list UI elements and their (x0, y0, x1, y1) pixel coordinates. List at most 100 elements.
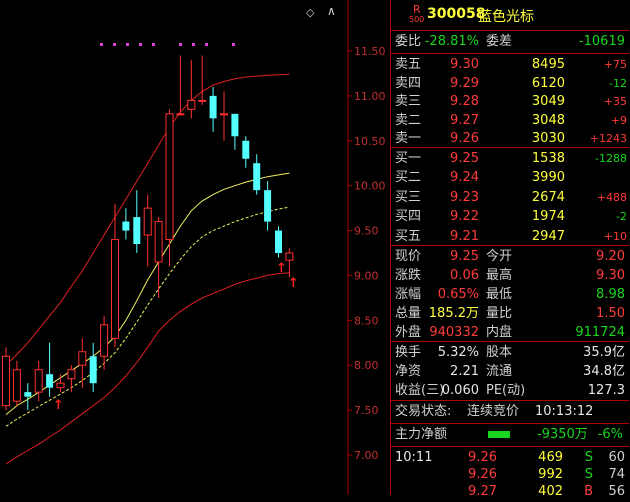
bid-change: +10 (603, 229, 627, 243)
trade-status-value: 连续竞价 (467, 404, 520, 419)
diamond-icon[interactable]: ◇ (306, 6, 314, 19)
candle-body-up (285, 252, 294, 261)
weicha-label: 委差 (486, 34, 513, 49)
fundamental-row[interactable]: 收益(三) 0.060 PE(动) 127.3 (391, 380, 629, 401)
signal-dot (100, 43, 103, 46)
candle-body-down (275, 230, 282, 253)
stock-header: R 500 300058 蓝色光标 (391, 0, 629, 31)
quote-stat-row[interactable]: 涨跌 0.06 最高 9.30 (391, 265, 629, 286)
candle-body-up (165, 113, 174, 241)
kline-chart[interactable]: 11.50 11.00 10.50 10.00 9.50 9.00 8.50 8.00 7.50… (0, 0, 390, 495)
trade-status-time: 10:13:12 (535, 404, 594, 419)
quote-stat-row[interactable]: 总量 185.2万 量比 1.50 (391, 303, 629, 324)
signal-dot (126, 43, 129, 46)
candle-body-up (187, 99, 196, 110)
price-tick-label: 10.00 (354, 180, 386, 193)
bid-label: 买二 (395, 170, 422, 186)
up-arrow-marker: ↑ (276, 261, 287, 276)
stat-value: 9.20 (596, 249, 625, 264)
stat-value: 185.2万 (428, 306, 479, 321)
signal-dot (232, 43, 235, 46)
stat-value: 0.65% (437, 287, 479, 302)
stock-name: 蓝色光标 (478, 9, 534, 25)
candle-body-up (100, 324, 109, 357)
candle-body-down (209, 95, 217, 119)
price-tick-label: 10.50 (354, 135, 386, 148)
candle-body-up (111, 239, 119, 339)
signal-dot (205, 43, 208, 46)
bid-row[interactable]: 买五 9.21 2947 +10 (391, 226, 629, 247)
stock-code: 300058 (427, 6, 486, 22)
candle-body-down (122, 221, 130, 231)
tick-row[interactable]: 9.27 402 B 56 (391, 481, 629, 502)
candle-body-up (198, 99, 207, 102)
stat-value: 9.30 (596, 268, 625, 283)
bid-volume: 2947 (531, 228, 565, 244)
tick-volume: 402 (538, 484, 563, 499)
signal-dot (179, 43, 182, 46)
bid-volume: 3990 (531, 170, 565, 186)
stat-value: 0.060 (441, 383, 479, 398)
candle-body-down (253, 163, 261, 191)
tick-side: B (584, 484, 593, 499)
stat-value: 127.3 (587, 383, 625, 398)
stat-label: 量比 (486, 306, 513, 321)
stat-value: 35.9亿 (583, 345, 625, 360)
quote-stat-row[interactable]: 外盘 940332 内盘 911724 (391, 322, 629, 343)
bid-volume: 2674 (531, 189, 565, 205)
weibi-value: -28.81% (424, 34, 479, 49)
candle-body-down (133, 217, 141, 245)
stat-label: 净资 (395, 364, 422, 379)
signal-dot (152, 43, 155, 46)
stat-label: 股本 (486, 345, 513, 360)
stat-label: 最高 (486, 268, 513, 283)
bid-change: -1288 (595, 152, 627, 165)
bid-row[interactable]: 买三 9.23 2674 +488 (391, 187, 629, 208)
lower-band-line (5, 272, 290, 465)
stat-value: 940332 (429, 325, 479, 340)
stat-label: 涨幅 (395, 287, 422, 302)
candle-body-up (220, 113, 228, 116)
stat-label: PE(动) (486, 383, 526, 398)
bid-price: 9.22 (450, 209, 479, 225)
stat-value: 2.21 (450, 364, 479, 379)
bid-row[interactable]: 买二 9.24 3990 (391, 167, 629, 188)
main-flow-label: 主力净额 (395, 427, 448, 442)
scroll-up-icon[interactable]: ∧ (327, 4, 336, 18)
bid-price: 9.24 (450, 170, 479, 186)
price-tick-label: 7.50 (354, 404, 379, 417)
r-badge-sub: 500 (409, 15, 425, 24)
fundamental-row[interactable]: 净资 2.21 流通 34.8亿 (391, 361, 629, 382)
quote-stat-row[interactable]: 现价 9.25 今开 9.20 (391, 246, 629, 267)
bid-change: -2 (616, 210, 627, 224)
candle-body-up (176, 113, 185, 116)
bid-label: 买一 (395, 151, 422, 166)
up-arrow-marker: ↑ (53, 398, 64, 413)
bid-row[interactable]: 买四 9.22 1974 -2 (391, 206, 629, 227)
bid-row[interactable]: 买一 9.25 1538 -1288 (391, 148, 629, 169)
stat-label: 外盘 (395, 325, 422, 340)
stat-label: 最低 (486, 287, 513, 302)
stat-label: 内盘 (486, 325, 513, 340)
main-flow-row[interactable]: 主力净额 -9350万 -6% (391, 424, 629, 445)
candle-body-up (154, 221, 163, 263)
stat-value: 5.32% (437, 345, 479, 360)
bid-label: 买四 (395, 209, 422, 225)
stat-value: 0.06 (450, 268, 479, 283)
fundamental-row[interactable]: 换手 5.32% 股本 35.9亿 (391, 342, 629, 363)
candle-body-down (242, 140, 250, 159)
stat-value: 34.8亿 (583, 364, 625, 379)
tick-count: 56 (608, 484, 625, 499)
quote-stat-row[interactable]: 涨幅 0.65% 最低 8.98 (391, 284, 629, 305)
stat-value: 8.98 (596, 287, 625, 302)
tick-price: 9.27 (468, 484, 497, 499)
price-tick-label: 8.50 (354, 314, 379, 327)
candle-body-up (56, 382, 65, 389)
candle-body-down (24, 392, 32, 397)
signal-dot (113, 43, 116, 46)
candle-body-down (231, 113, 239, 137)
stat-label: 总量 (395, 306, 422, 321)
candlestick-chart[interactable]: 11.50 11.00 10.50 10.00 9.50 9.00 8.50 8.00 7.50… (0, 0, 390, 495)
stat-value: 9.25 (450, 249, 479, 264)
bid-price: 9.23 (450, 189, 479, 205)
